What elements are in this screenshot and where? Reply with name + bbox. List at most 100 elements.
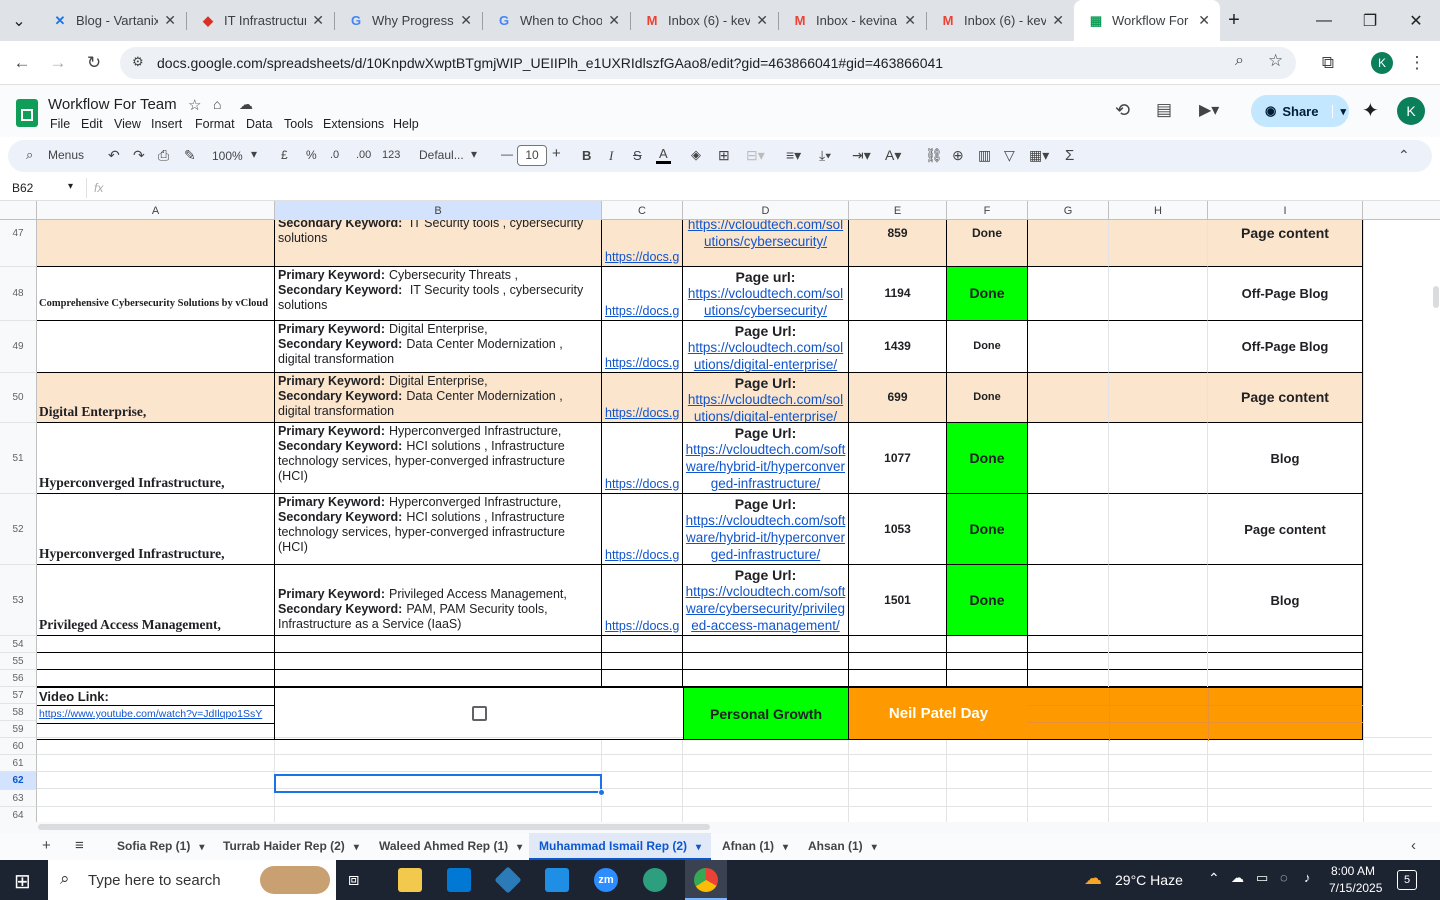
- decrease-decimal-button[interactable]: .0: [330, 149, 339, 161]
- zoom-select[interactable]: 100%: [212, 149, 243, 163]
- move-icon[interactable]: ⌂: [213, 96, 221, 112]
- extensions-icon[interactable]: ⧉: [1316, 51, 1340, 75]
- sheet-tab-dropdown-icon[interactable]: ▾: [872, 842, 877, 853]
- row-header[interactable]: 53: [0, 565, 37, 636]
- cell-g[interactable]: [1028, 321, 1109, 373]
- minimize-icon[interactable]: —: [1301, 0, 1347, 41]
- font-size-decrease-icon[interactable]: —: [501, 147, 513, 161]
- checkbox[interactable]: [471, 706, 487, 721]
- clock-date[interactable]: 7/15/2025: [1329, 881, 1382, 895]
- row-header[interactable]: 57: [0, 687, 37, 704]
- cell-g[interactable]: [1028, 565, 1109, 636]
- menu-format[interactable]: Format: [195, 117, 235, 131]
- cloud-status-icon[interactable]: ☁: [239, 96, 253, 113]
- weather-text[interactable]: 29°C Haze: [1115, 872, 1183, 888]
- comments-icon[interactable]: ▤: [1156, 100, 1172, 120]
- column-header-h[interactable]: H: [1109, 201, 1208, 220]
- tab-close-icon[interactable]: ✕: [904, 12, 916, 29]
- cell-f-status[interactable]: Done: [947, 220, 1028, 267]
- battery-icon[interactable]: ▭: [1256, 870, 1268, 886]
- insert-link-icon[interactable]: ⛓: [925, 147, 943, 164]
- cell-b-keywords[interactable]: Primary Keyword: Digital Enterprise, Secon…: [275, 373, 602, 423]
- share-button[interactable]: ◉ Share ▾: [1251, 95, 1349, 127]
- sheet-tab-dropdown-icon[interactable]: ▾: [517, 842, 522, 853]
- row-header[interactable]: 47: [0, 220, 37, 267]
- document-title[interactable]: Workflow For Team: [48, 96, 177, 113]
- redo-icon[interactable]: ↷: [133, 147, 145, 164]
- column-header-d[interactable]: D: [683, 201, 849, 220]
- zoom-dropdown-icon[interactable]: ▾: [251, 147, 257, 161]
- tab-close-icon[interactable]: ✕: [164, 12, 176, 29]
- cell-b-keywords[interactable]: Primary Keyword:Cybersecurity Threats ,S…: [275, 267, 602, 321]
- cell-i-type[interactable]: Off-Page Blog: [1208, 267, 1363, 321]
- cell-a[interactable]: [37, 321, 275, 373]
- sheet-tab[interactable]: Afnan (1) ▾: [722, 839, 788, 853]
- row-header[interactable]: 63: [0, 790, 37, 807]
- video-link[interactable]: https://www.youtube.com/watch?v=JdIlqpo1…: [39, 708, 262, 720]
- cell-h[interactable]: [1109, 423, 1208, 494]
- cell-a[interactable]: Digital Enterprise,: [37, 373, 275, 423]
- cell-c[interactable]: https://docs.g: [602, 423, 683, 494]
- new-tab-icon[interactable]: +: [1212, 0, 1256, 41]
- cell-h[interactable]: [1109, 373, 1208, 423]
- star-icon[interactable]: ☆: [188, 96, 201, 114]
- forward-icon[interactable]: →: [46, 51, 70, 75]
- cell-e-count[interactable]: 1053: [849, 494, 947, 565]
- doc-link[interactable]: https://docs.g: [605, 356, 679, 371]
- browser-tab[interactable]: M Inbox - kevina ✕: [778, 0, 926, 41]
- doc-link[interactable]: https://docs.g: [605, 548, 679, 563]
- cell-g[interactable]: [1028, 267, 1109, 321]
- edge-icon[interactable]: [643, 868, 667, 892]
- browser-tab[interactable]: ▦ Workflow For ✕: [1074, 0, 1220, 41]
- text-wrap-icon[interactable]: ⇥▾: [852, 147, 871, 164]
- cell-a[interactable]: [37, 220, 275, 267]
- cell-d-page-url[interactable]: Page Url: https://vcloudtech.com/software…: [683, 423, 849, 494]
- cell-i-type[interactable]: Page content: [1208, 220, 1363, 267]
- browser-tab[interactable]: G When to Choose ✕: [482, 0, 630, 41]
- row-header[interactable]: 50: [0, 373, 37, 423]
- insert-comment-icon[interactable]: ⊕: [952, 147, 964, 164]
- cell-i-type[interactable]: Page content: [1208, 373, 1363, 423]
- cell-h[interactable]: [1109, 267, 1208, 321]
- page-url-link[interactable]: https://vcloudtech.com/solutions/cyberse…: [685, 220, 846, 250]
- menu-edit[interactable]: Edit: [81, 117, 103, 131]
- page-url-link[interactable]: https://vcloudtech.com/software/hybrid-i…: [685, 441, 846, 492]
- cell-g[interactable]: [1028, 423, 1109, 494]
- window-close-icon[interactable]: ✕: [1393, 0, 1439, 41]
- tab-close-icon[interactable]: ✕: [756, 12, 768, 29]
- sheet-tab-dropdown-icon[interactable]: ▾: [199, 842, 204, 853]
- cell-b-keywords[interactable]: Primary Keyword: Hyperconverged Infrastru…: [275, 494, 602, 565]
- back-icon[interactable]: ←: [10, 51, 34, 75]
- browser-tab[interactable]: M Inbox (6) - kevin ✕: [630, 0, 778, 41]
- cell-g[interactable]: [1028, 494, 1109, 565]
- volume-icon[interactable]: ♪: [1304, 870, 1311, 885]
- browser-tab[interactable]: G Why Progressive ✕: [334, 0, 482, 41]
- row-header[interactable]: 60: [0, 738, 37, 755]
- horizontal-scrollbar[interactable]: [0, 822, 1440, 833]
- reload-icon[interactable]: ↻: [82, 51, 106, 75]
- sheet-tab-dropdown-icon[interactable]: ▾: [354, 842, 359, 853]
- text-rotation-icon[interactable]: A▾: [885, 147, 901, 164]
- all-sheets-icon[interactable]: ≡: [75, 837, 84, 854]
- cell-c[interactable]: https://docs.g: [602, 494, 683, 565]
- task-view-icon[interactable]: ⧈: [348, 869, 359, 890]
- version-history-icon[interactable]: ⟲: [1115, 100, 1130, 121]
- vertical-scroll-thumb[interactable]: [1433, 286, 1439, 308]
- cell-a[interactable]: Hyperconverged Infrastructure,: [37, 423, 275, 494]
- vertical-align-icon[interactable]: ⤓▾: [819, 147, 831, 164]
- cell-e-count[interactable]: 859: [849, 220, 947, 267]
- row-header[interactable]: 64: [0, 807, 37, 822]
- row-header[interactable]: 52: [0, 494, 37, 565]
- menu-view[interactable]: View: [114, 117, 141, 131]
- cell-c[interactable]: https://docs.g: [602, 565, 683, 636]
- zoom-app-icon[interactable]: zm: [594, 868, 618, 892]
- cell-f-status[interactable]: Done: [947, 321, 1028, 373]
- site-info-icon[interactable]: ⚙: [132, 54, 144, 70]
- text-color-button[interactable]: A: [656, 146, 671, 164]
- checkbox-cell[interactable]: [275, 687, 683, 740]
- name-box[interactable]: B62: [12, 181, 33, 195]
- vertical-scrollbar[interactable]: [1432, 220, 1440, 822]
- cell-h[interactable]: [1109, 220, 1208, 267]
- cell-d-page-url[interactable]: Page url:https://vcloudtech.com/solution…: [683, 267, 849, 321]
- filter-icon[interactable]: ▽: [1004, 147, 1015, 164]
